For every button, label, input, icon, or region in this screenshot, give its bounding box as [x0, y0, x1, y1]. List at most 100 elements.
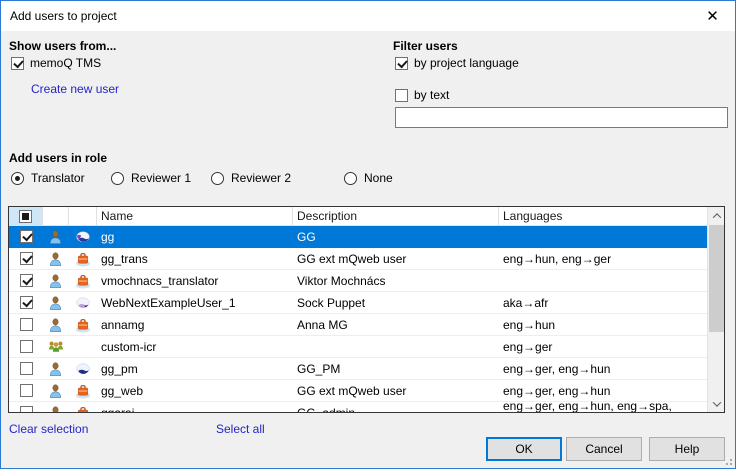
row-user-icon-cell: [43, 336, 69, 357]
row-user-icon-cell: [43, 248, 69, 269]
by-project-language-label: by project language: [414, 56, 519, 70]
user-languages: eng→ger: [499, 336, 707, 357]
scroll-up-icon[interactable]: [708, 207, 725, 224]
row-type-icon-cell: [69, 226, 97, 247]
by-text-checkbox[interactable]: by text: [395, 88, 449, 102]
create-new-user-link[interactable]: Create new user: [31, 82, 119, 96]
table-row[interactable]: gg_trans GG ext mQweb user eng→hun, eng→…: [9, 248, 707, 270]
select-all-header-checkbox[interactable]: [9, 207, 43, 225]
role-radio-translator[interactable]: Translator: [11, 171, 111, 185]
role-radio-group: Translator Reviewer 1Reviewer 2 None: [11, 171, 393, 185]
row-checkbox[interactable]: [9, 226, 43, 247]
close-icon[interactable]: ✕: [690, 1, 735, 30]
checkbox-icon[interactable]: [20, 296, 33, 309]
row-type-icon-cell: [69, 358, 97, 379]
by-project-language-checkbox[interactable]: by project language: [395, 56, 519, 70]
table-row[interactable]: WebNextExampleUser_1 Sock Puppet aka→afr: [9, 292, 707, 314]
scrollbar-thumb[interactable]: [709, 225, 724, 332]
row-user-icon-cell: [43, 402, 69, 412]
checkbox-icon[interactable]: [20, 318, 33, 331]
memoq-tms-label: memoQ TMS: [30, 56, 101, 70]
user-name: gg: [97, 226, 293, 247]
table-row[interactable]: custom-icr eng→ger: [9, 336, 707, 358]
row-user-icon-cell: [43, 314, 69, 335]
type-icon-column-header[interactable]: [69, 207, 97, 225]
checkbox-icon[interactable]: [11, 57, 24, 70]
user-icon: [48, 383, 64, 399]
radio-icon[interactable]: [344, 172, 357, 185]
radio-label: Translator: [31, 171, 85, 185]
ok-button[interactable]: OK: [486, 437, 562, 461]
role-radio-reviewer-2[interactable]: Reviewer 2: [211, 171, 311, 185]
user-description: GG_PM: [293, 358, 499, 379]
row-type-icon-cell: [69, 336, 97, 357]
checkbox-icon[interactable]: [20, 252, 33, 265]
user-description: Sock Puppet: [293, 292, 499, 313]
user-languages: [499, 226, 707, 247]
role-radio-reviewer-1[interactable]: Reviewer 1: [111, 171, 211, 185]
radio-icon[interactable]: [211, 172, 224, 185]
user-description: [293, 336, 499, 357]
row-type-icon-cell: [69, 248, 97, 269]
row-checkbox[interactable]: [9, 402, 43, 412]
user-icon: [48, 229, 64, 245]
row-checkbox[interactable]: [9, 336, 43, 357]
user-icon: [48, 405, 64, 413]
row-checkbox[interactable]: [9, 380, 43, 401]
help-button[interactable]: Help: [649, 437, 725, 461]
user-icon-column-header[interactable]: [43, 207, 69, 225]
row-checkbox[interactable]: [9, 248, 43, 269]
clear-selection-link[interactable]: Clear selection: [9, 422, 88, 436]
table-header: Name Description Languages: [9, 207, 707, 226]
user-name: ggarai: [97, 402, 293, 412]
row-type-icon-cell: [69, 292, 97, 313]
memoq-tms-checkbox[interactable]: memoQ TMS: [11, 56, 101, 70]
cloud-light-icon: [75, 295, 91, 311]
briefcase-icon: [75, 383, 91, 399]
radio-label: None: [364, 171, 393, 185]
row-checkbox[interactable]: [9, 358, 43, 379]
user-table: Name Description Languages gg GG gg_tran…: [8, 206, 725, 413]
user-icon: [48, 251, 64, 267]
checkbox-icon[interactable]: [20, 340, 33, 353]
titlebar: Add users to project ✕: [1, 1, 735, 31]
resize-grip[interactable]: [723, 456, 732, 465]
checkbox-icon[interactable]: [20, 230, 33, 243]
add-users-dialog: Add users to project ✕ Show users from..…: [0, 0, 736, 469]
languages-column-header[interactable]: Languages: [499, 207, 707, 225]
table-row[interactable]: gg_pm GG_PM eng→ger, eng→hun: [9, 358, 707, 380]
user-languages: eng→ger, eng→hun: [499, 358, 707, 379]
cancel-button[interactable]: Cancel: [566, 437, 642, 461]
user-description: Anna MG: [293, 314, 499, 335]
user-icon: [48, 317, 64, 333]
checkbox-icon[interactable]: [395, 89, 408, 102]
user-name: WebNextExampleUser_1: [97, 292, 293, 313]
text-filter-input[interactable]: [395, 107, 728, 128]
briefcase-icon: [75, 251, 91, 267]
radio-icon[interactable]: [11, 172, 24, 185]
radio-icon[interactable]: [111, 172, 124, 185]
user-description: GG ext mQweb user: [293, 380, 499, 401]
description-column-header[interactable]: Description: [293, 207, 499, 225]
table-row[interactable]: annamg Anna MG eng→hun: [9, 314, 707, 336]
add-users-in-role-heading: Add users in role: [9, 151, 107, 165]
vertical-scrollbar[interactable]: [707, 207, 724, 412]
row-checkbox[interactable]: [9, 314, 43, 335]
row-checkbox[interactable]: [9, 270, 43, 291]
checkbox-icon[interactable]: [20, 274, 33, 287]
table-row[interactable]: vmochnacs_translator Viktor Mochnács: [9, 270, 707, 292]
table-row[interactable]: ggarai GG_admin eng→ger, eng→hun, eng→sp…: [9, 402, 707, 412]
checkbox-icon[interactable]: [20, 384, 33, 397]
select-all-link[interactable]: Select all: [216, 422, 265, 436]
checkbox-icon[interactable]: [395, 57, 408, 70]
table-row[interactable]: gg GG: [9, 226, 707, 248]
checkbox-icon[interactable]: [20, 362, 33, 375]
checkbox-icon[interactable]: [20, 406, 33, 412]
checkbox-icon[interactable]: [19, 210, 32, 223]
scroll-down-icon[interactable]: [708, 395, 725, 412]
row-checkbox[interactable]: [9, 292, 43, 313]
name-column-header[interactable]: Name: [97, 207, 293, 225]
role-radio-none[interactable]: None: [344, 171, 393, 185]
dialog-title: Add users to project: [10, 9, 117, 23]
group-icon: [48, 339, 64, 355]
